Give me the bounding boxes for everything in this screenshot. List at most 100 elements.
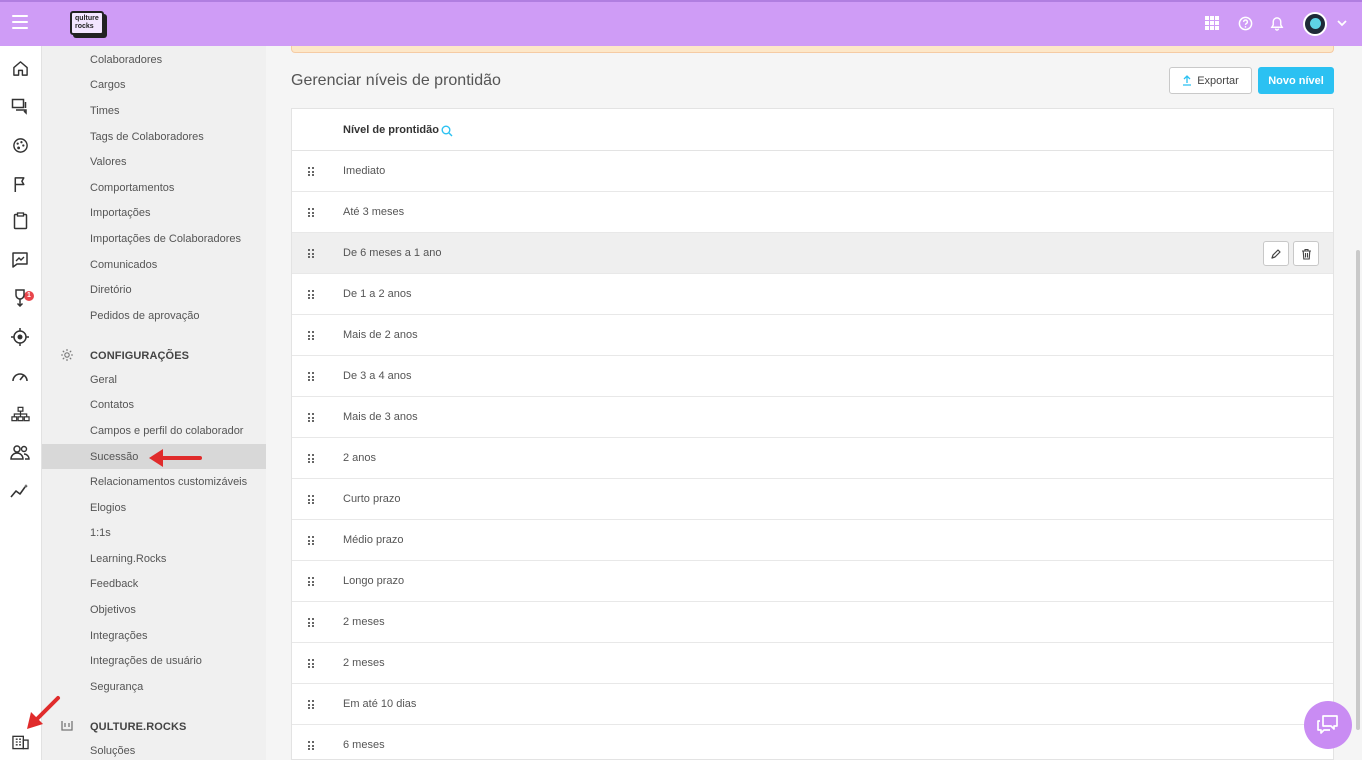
drag-handle-icon[interactable] bbox=[308, 249, 314, 258]
table-row[interactable]: Mais de 3 anos bbox=[292, 397, 1333, 438]
table-row[interactable]: De 1 a 2 anos bbox=[292, 274, 1333, 315]
sidebar-item-geral[interactable]: Geral bbox=[90, 374, 117, 386]
chevron-down-icon[interactable] bbox=[1336, 16, 1348, 34]
palette-icon[interactable] bbox=[10, 135, 30, 155]
row-label: Em até 10 dias bbox=[343, 698, 417, 710]
target-icon[interactable] bbox=[10, 327, 30, 347]
bell-icon[interactable] bbox=[1268, 14, 1286, 32]
pencil-icon bbox=[1271, 248, 1281, 259]
upload-icon bbox=[1183, 75, 1192, 86]
sidebar-item-learning-rocks[interactable]: Learning.Rocks bbox=[90, 553, 166, 565]
hamburger-menu-icon[interactable] bbox=[12, 15, 28, 29]
edit-button[interactable] bbox=[1263, 241, 1289, 266]
drag-handle-icon[interactable] bbox=[308, 208, 314, 217]
feed-icon[interactable] bbox=[10, 96, 30, 116]
analytics-icon[interactable] bbox=[10, 481, 30, 501]
settings-sidebar: Colaboradores Cargos Times Tags de Colab… bbox=[42, 46, 266, 760]
row-label: De 6 meses a 1 ano bbox=[343, 247, 442, 259]
flag-icon[interactable] bbox=[10, 174, 30, 194]
drag-handle-icon[interactable] bbox=[308, 167, 314, 176]
page-title: Gerenciar níveis de prontidão bbox=[291, 72, 501, 89]
sidebar-item-contatos[interactable]: Contatos bbox=[90, 399, 134, 411]
sidebar-item-relacionamentos[interactable]: Relacionamentos customizáveis bbox=[90, 476, 247, 488]
table-row[interactable]: 2 meses bbox=[292, 602, 1333, 643]
chat-icon bbox=[1317, 715, 1338, 734]
drag-handle-icon[interactable] bbox=[308, 290, 314, 299]
sidebar-item-comunicados[interactable]: Comunicados bbox=[90, 259, 157, 271]
sidebar-item-1on1s[interactable]: 1:1s bbox=[90, 527, 111, 539]
chat-support-button[interactable] bbox=[1304, 701, 1352, 749]
row-label: Mais de 2 anos bbox=[343, 329, 418, 341]
sidebar-item-sucessao[interactable]: Sucessão bbox=[90, 451, 138, 463]
row-label: 6 meses bbox=[343, 739, 385, 751]
table-row[interactable]: Médio prazo bbox=[292, 520, 1333, 561]
sidebar-item-pedidos-aprovacao[interactable]: Pedidos de aprovação bbox=[90, 310, 199, 322]
icon-rail: 1 bbox=[0, 46, 42, 760]
drag-handle-icon[interactable] bbox=[308, 741, 314, 750]
drag-handle-icon[interactable] bbox=[308, 454, 314, 463]
sidebar-item-feedback[interactable]: Feedback bbox=[90, 578, 138, 590]
qulture-rocks-icon bbox=[60, 719, 74, 733]
help-icon[interactable] bbox=[1236, 14, 1254, 32]
row-label: Longo prazo bbox=[343, 575, 405, 587]
sidebar-item-cargos[interactable]: Cargos bbox=[90, 79, 125, 91]
sidebar-item-importacoes-colaboradores[interactable]: Importações de Colaboradores bbox=[90, 233, 241, 245]
drag-handle-icon[interactable] bbox=[308, 413, 314, 422]
section-configuracoes: CONFIGURAÇÕES bbox=[90, 350, 190, 362]
export-button[interactable]: Exportar bbox=[1169, 67, 1252, 94]
avatar[interactable] bbox=[1303, 12, 1327, 36]
drag-handle-icon[interactable] bbox=[308, 372, 314, 381]
table-row[interactable]: Em até 10 dias bbox=[292, 684, 1333, 725]
sidebar-item-comportamentos[interactable]: Comportamentos bbox=[90, 182, 174, 194]
row-label: Médio prazo bbox=[343, 534, 404, 546]
sidebar-item-valores[interactable]: Valores bbox=[90, 156, 126, 168]
sidebar-item-tags-colaboradores[interactable]: Tags de Colaboradores bbox=[90, 131, 204, 143]
table-header: Nível de prontidão bbox=[292, 109, 1333, 151]
sidebar-item-solucoes[interactable]: Soluções bbox=[90, 745, 135, 757]
sidebar-item-integracoes[interactable]: Integrações bbox=[90, 630, 147, 642]
apps-grid-icon[interactable] bbox=[1203, 14, 1221, 32]
chart-comment-icon[interactable] bbox=[10, 250, 30, 270]
table-row[interactable]: 6 meses bbox=[292, 725, 1333, 759]
sidebar-item-times[interactable]: Times bbox=[90, 105, 120, 117]
table-row[interactable]: Longo prazo bbox=[292, 561, 1333, 602]
sidebar-item-objetivos[interactable]: Objetivos bbox=[90, 604, 136, 616]
clipboard-icon[interactable] bbox=[10, 211, 30, 231]
sidebar-item-importacoes[interactable]: Importações bbox=[90, 207, 151, 219]
page-scrollbar[interactable] bbox=[1356, 250, 1360, 730]
row-label: De 1 a 2 anos bbox=[343, 288, 412, 300]
drag-handle-icon[interactable] bbox=[308, 700, 314, 709]
table-row[interactable]: De 6 meses a 1 ano bbox=[292, 233, 1333, 274]
table-row[interactable]: Até 3 meses bbox=[292, 192, 1333, 233]
award-icon[interactable] bbox=[10, 288, 30, 308]
sidebar-item-elogios[interactable]: Elogios bbox=[90, 502, 126, 514]
org-chart-icon[interactable] bbox=[10, 404, 30, 424]
drag-handle-icon[interactable] bbox=[308, 536, 314, 545]
drag-handle-icon[interactable] bbox=[308, 618, 314, 627]
sidebar-item-seguranca[interactable]: Segurança bbox=[90, 681, 143, 693]
table-row[interactable]: 2 anos bbox=[292, 438, 1333, 479]
sidebar-item-colaboradores[interactable]: Colaboradores bbox=[90, 54, 162, 66]
drag-handle-icon[interactable] bbox=[308, 659, 314, 668]
sidebar-item-integracoes-usuario[interactable]: Integrações de usuário bbox=[90, 655, 202, 667]
building-icon[interactable] bbox=[10, 732, 30, 752]
row-label: Mais de 3 anos bbox=[343, 411, 418, 423]
app-logo[interactable]: qulture rocks bbox=[70, 11, 104, 35]
table-row[interactable]: Mais de 2 anos bbox=[292, 315, 1333, 356]
search-icon[interactable] bbox=[441, 124, 453, 142]
new-level-button[interactable]: Novo nível bbox=[1258, 67, 1334, 94]
table-row[interactable]: 2 meses bbox=[292, 643, 1333, 684]
sidebar-item-diretorio[interactable]: Diretório bbox=[90, 284, 132, 296]
table-row[interactable]: Curto prazo bbox=[292, 479, 1333, 520]
table-row[interactable]: De 3 a 4 anos bbox=[292, 356, 1333, 397]
trash-icon bbox=[1301, 248, 1311, 260]
drag-handle-icon[interactable] bbox=[308, 495, 314, 504]
people-icon[interactable] bbox=[10, 442, 30, 462]
drag-handle-icon[interactable] bbox=[308, 577, 314, 586]
gauge-icon[interactable] bbox=[10, 366, 30, 386]
home-icon[interactable] bbox=[10, 58, 30, 78]
delete-button[interactable] bbox=[1293, 241, 1319, 266]
drag-handle-icon[interactable] bbox=[308, 331, 314, 340]
sidebar-item-campos-perfil[interactable]: Campos e perfil do colaborador bbox=[90, 425, 243, 437]
table-row[interactable]: Imediato bbox=[292, 151, 1333, 192]
